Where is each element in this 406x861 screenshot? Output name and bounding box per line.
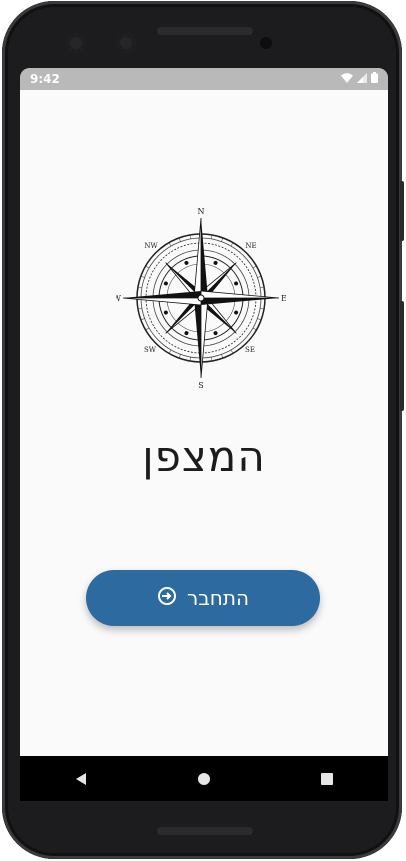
compass-rose-icon: N S E W NE NW SE SW (116, 208, 286, 388)
login-button[interactable]: התחבר (86, 570, 320, 626)
login-button-label: התחבר (186, 586, 250, 610)
app-title: המצפן (142, 432, 266, 481)
back-icon[interactable] (61, 759, 101, 799)
power-button (400, 301, 404, 411)
recents-icon[interactable] (307, 759, 347, 799)
compass-label-sw: SW (144, 346, 157, 354)
wifi-icon (341, 72, 353, 86)
proximity-sensor (260, 37, 272, 49)
compass-label-nw: NW (144, 242, 158, 250)
status-time: 9:42 (30, 72, 60, 86)
compass-label-e: E (281, 294, 286, 303)
status-bar: 9:42 (20, 68, 388, 90)
compass-label-n: N (198, 208, 205, 216)
compass-label-w: W (116, 294, 122, 303)
volume-button (400, 181, 404, 241)
home-icon[interactable] (184, 759, 224, 799)
compass-label-se: SE (245, 346, 255, 354)
battery-icon (371, 72, 378, 86)
phone-frame: 9:42 N S E W NE NW SE SW המצפן התחבר (2, 1, 404, 859)
navigation-bar (20, 756, 388, 801)
front-camera (66, 33, 86, 53)
screen: 9:42 N S E W NE NW SE SW המצפן התחבר (20, 68, 388, 801)
earpiece-speaker (157, 27, 253, 35)
compass-label-s: S (198, 381, 203, 388)
front-sensor (116, 33, 136, 53)
signal-icon (357, 72, 367, 86)
bottom-speaker (157, 827, 253, 835)
login-icon (157, 586, 177, 611)
main-content: N S E W NE NW SE SW המצפן התחבר (20, 90, 388, 756)
compass-label-ne: NE (245, 242, 256, 250)
